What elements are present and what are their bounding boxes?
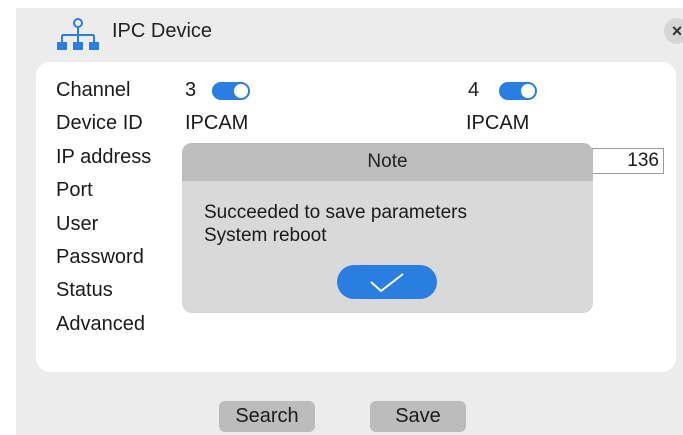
channel-4-number: 4 — [468, 79, 480, 101]
label-port: Port — [56, 179, 93, 201]
channel-3-toggle[interactable] — [212, 82, 250, 100]
close-button[interactable]: × — [664, 18, 683, 44]
label-user: User — [56, 213, 99, 235]
channel-4-ip-input[interactable]: 136 — [592, 148, 664, 174]
channel-3-number: 3 — [185, 79, 197, 101]
label-channel: Channel — [56, 79, 131, 101]
modal-message-line1: Succeeded to save parameters — [204, 202, 467, 223]
channel-3-device-id: IPCAM — [185, 112, 249, 134]
note-modal: Note Succeeded to save parameters System… — [182, 143, 593, 313]
title-bar: IPC Device × — [16, 8, 683, 58]
modal-message-line2: System reboot — [204, 225, 327, 246]
label-device-id: Device ID — [56, 112, 143, 134]
ipc-device-dialog: IPC Device × Channel Device ID IP addres… — [16, 8, 683, 435]
save-button[interactable]: Save — [370, 401, 466, 432]
window-title: IPC Device — [112, 20, 213, 42]
ok-button[interactable] — [337, 265, 437, 299]
channel-4-toggle[interactable] — [499, 82, 537, 100]
toggle-knob — [521, 84, 535, 98]
toggle-knob — [234, 84, 248, 98]
label-ip-address: IP address — [56, 146, 152, 168]
label-advanced: Advanced — [56, 313, 145, 335]
channel-4-device-id: IPCAM — [466, 112, 530, 134]
modal-title: Note — [182, 143, 593, 181]
checkmark-icon — [370, 273, 404, 293]
network-tree-icon — [57, 18, 99, 50]
label-status: Status — [56, 279, 113, 301]
label-password: Password — [56, 246, 144, 268]
search-button[interactable]: Search — [219, 401, 315, 432]
